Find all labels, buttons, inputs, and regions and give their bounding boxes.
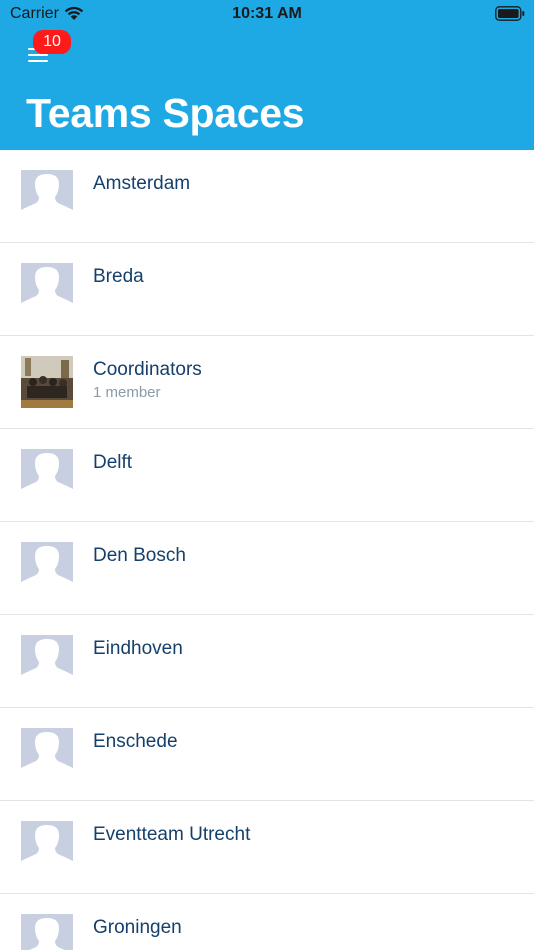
space-name: Breda	[93, 266, 144, 287]
spaces-list: Amsterdam Breda Coordinators 1 member De…	[0, 150, 534, 950]
app-header: Carrier 10:31 AM 10 Teams Spaces	[0, 0, 534, 150]
list-item[interactable]: Coordinators 1 member	[0, 336, 534, 429]
list-item[interactable]: Amsterdam	[0, 150, 534, 243]
person-silhouette-icon	[21, 263, 73, 312]
page-title: Teams Spaces	[26, 90, 305, 136]
list-item[interactable]: Breda	[0, 243, 534, 336]
space-name: Den Bosch	[93, 545, 186, 566]
status-bar: Carrier 10:31 AM	[0, 0, 534, 28]
battery-icon	[495, 6, 525, 21]
space-name: Eindhoven	[93, 638, 183, 659]
person-silhouette-icon	[21, 728, 73, 777]
list-item[interactable]: Enschede	[0, 708, 534, 801]
group-photo-image	[21, 356, 73, 408]
space-name: Eventteam Utrecht	[93, 824, 251, 845]
member-count: 1 member	[93, 384, 161, 401]
space-name: Amsterdam	[93, 173, 191, 194]
person-silhouette-icon	[21, 542, 73, 591]
notification-badge: 10	[33, 30, 71, 54]
person-silhouette-icon	[21, 635, 73, 684]
group-photo-avatar	[21, 356, 73, 408]
space-name: Delft	[93, 452, 133, 473]
person-silhouette-icon	[21, 914, 73, 950]
space-name: Enschede	[93, 731, 178, 752]
clock: 10:31 AM	[232, 5, 302, 22]
list-item[interactable]: Delft	[0, 429, 534, 522]
list-item[interactable]: Eindhoven	[0, 615, 534, 708]
list-item[interactable]: Groningen	[0, 894, 534, 950]
list-item[interactable]: Eventteam Utrecht	[0, 801, 534, 894]
person-silhouette-icon	[21, 449, 73, 498]
list-item[interactable]: Den Bosch	[0, 522, 534, 615]
space-name: Coordinators	[93, 359, 202, 380]
person-silhouette-icon	[21, 170, 73, 219]
space-name: Groningen	[93, 917, 182, 938]
person-silhouette-icon	[21, 821, 73, 870]
